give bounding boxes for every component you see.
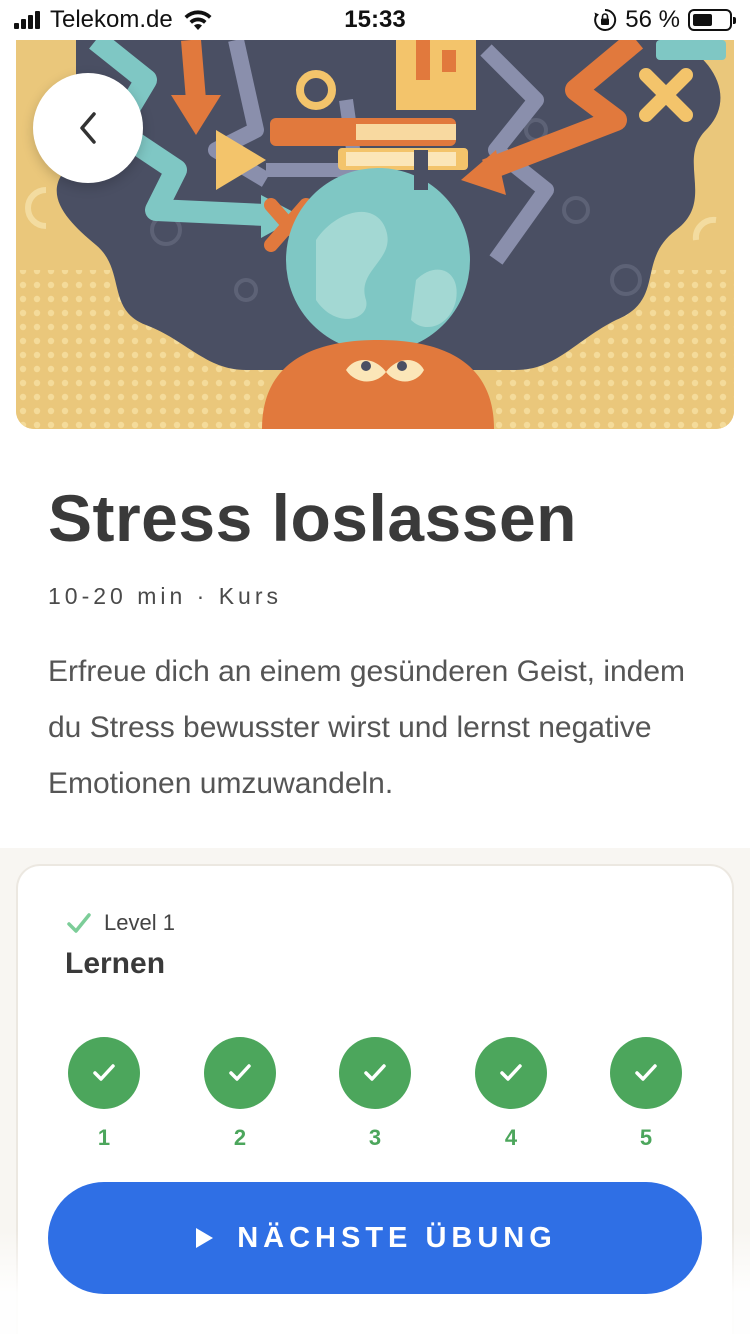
orientation-lock-icon <box>594 8 617 31</box>
play-icon <box>196 1228 214 1248</box>
step-completed-badge[interactable] <box>68 1037 140 1109</box>
course-description: Erfreue dich an einem gesünderen Geist, … <box>48 655 686 800</box>
check-icon <box>635 1064 657 1081</box>
course-title: Stress loslassen <box>48 481 577 555</box>
status-bar: Telekom.de 15:33 56 % <box>0 0 750 40</box>
level-title: Lernen <box>65 947 166 980</box>
step-number: 1 <box>97 1125 111 1150</box>
step-number: 2 <box>233 1125 247 1150</box>
check-icon <box>67 913 91 933</box>
step-completed-badge[interactable] <box>204 1037 276 1109</box>
battery-fill <box>693 14 712 26</box>
level-indicator: Level 1 <box>66 908 175 938</box>
step-1[interactable]: 1 <box>68 1037 140 1151</box>
step-3[interactable]: 3 <box>339 1037 411 1151</box>
course-meta: 10-20 min · Kurs <box>48 583 283 609</box>
step-number: 5 <box>639 1125 653 1150</box>
step-4[interactable]: 4 <box>475 1037 547 1151</box>
step-completed-badge[interactable] <box>475 1037 547 1109</box>
check-icon <box>364 1064 386 1081</box>
back-button[interactable] <box>33 73 143 183</box>
check-icon <box>93 1064 115 1081</box>
step-completed-badge[interactable] <box>339 1037 411 1109</box>
check-icon <box>229 1064 251 1081</box>
step-completed-badge[interactable] <box>610 1037 682 1109</box>
step-5[interactable]: 5 <box>610 1037 682 1151</box>
step-number: 3 <box>368 1125 382 1150</box>
step-2[interactable]: 2 <box>204 1037 276 1151</box>
level-label: Level 1 <box>104 910 175 935</box>
chevron-left-icon <box>80 112 96 144</box>
battery-percent: 56 % <box>625 6 680 33</box>
next-exercise-label: NÄCHSTE ÜBUNG <box>237 1221 557 1254</box>
next-exercise-button[interactable]: NÄCHSTE ÜBUNG <box>48 1182 702 1294</box>
step-progress: 1 2 3 4 5 <box>0 1037 750 1157</box>
check-icon <box>500 1064 522 1081</box>
course-detail-screen: Telekom.de 15:33 56 % Stress loslassen 1… <box>0 0 750 1334</box>
step-number: 4 <box>504 1125 518 1150</box>
status-bar-right: 56 % <box>593 6 736 34</box>
battery-icon <box>688 9 736 31</box>
